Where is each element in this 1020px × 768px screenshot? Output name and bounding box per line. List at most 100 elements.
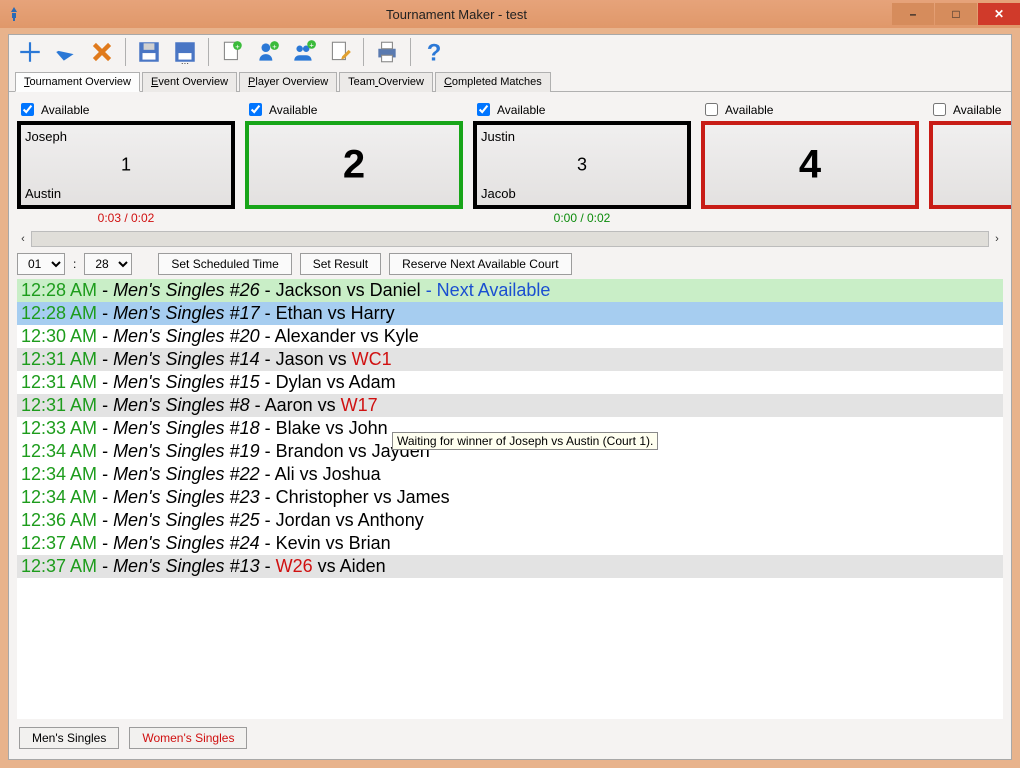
match-row[interactable]: 12:34 AM - Men's Singles #22 - Ali vs Jo… [17, 463, 1003, 486]
new-doc-icon[interactable]: + [215, 37, 249, 67]
match-row[interactable]: 12:31 AM - Men's Singles #15 - Dylan vs … [17, 371, 1003, 394]
tab-team-overview[interactable]: Team Overview [339, 72, 433, 92]
titlebar[interactable]: Tournament Maker - test – □ ✕ [0, 0, 1020, 28]
match-player-b: W17 [341, 395, 378, 415]
courts-scrollbar[interactable]: ‹ › [15, 231, 1005, 247]
match-row[interactable]: 12:31 AM - Men's Singles #8 - Aaron vs W… [17, 394, 1003, 417]
minute-select[interactable]: 28 [84, 253, 132, 275]
new-icon[interactable] [13, 37, 47, 67]
scroll-right-icon[interactable]: › [989, 233, 1005, 245]
match-time: 12:34 AM [21, 441, 97, 461]
match-row[interactable]: 12:37 AM - Men's Singles #13 - W26 vs Ai… [17, 555, 1003, 578]
match-player-b: James [397, 487, 450, 507]
available-checkbox[interactable]: Available [701, 100, 919, 121]
match-row[interactable]: 12:37 AM - Men's Singles #24 - Kevin vs … [17, 532, 1003, 555]
match-row[interactable]: 12:34 AM - Men's Singles #23 - Christoph… [17, 486, 1003, 509]
minimize-button[interactable]: – [892, 3, 934, 25]
court-time [929, 209, 1011, 227]
match-list[interactable]: 12:28 AM - Men's Singles #26 - Jackson v… [17, 279, 1003, 719]
available-checkbox[interactable]: Available [245, 100, 463, 121]
match-player-a: Jackson [276, 280, 342, 300]
player-1: Justin [481, 129, 515, 144]
match-player-a: Brandon [276, 441, 344, 461]
toolbar-separator [208, 38, 209, 66]
court-3: Available Justin3Jacob0:00 / 0:02 [473, 100, 691, 227]
toolbar: … + + +? [9, 35, 1011, 67]
category-buttons: Men's Singles Women's Singles [9, 719, 1011, 759]
match-player-a: Dylan [276, 372, 322, 392]
match-time: 12:31 AM [21, 349, 97, 369]
edit-doc-icon[interactable] [323, 37, 357, 67]
help-icon[interactable]: ? [417, 37, 451, 67]
match-time: 12:34 AM [21, 464, 97, 484]
toolbar-separator [410, 38, 411, 66]
match-player-b: Harry [351, 303, 395, 323]
match-row[interactable]: 12:28 AM - Men's Singles #17 - Ethan vs … [17, 302, 1003, 325]
window-title: Tournament Maker - test [22, 7, 891, 22]
available-check[interactable] [249, 103, 262, 116]
court-box[interactable]: 2 [245, 121, 463, 209]
match-event: Men's Singles #13 [113, 556, 260, 576]
available-label: Available [953, 103, 1001, 117]
svg-text:+: + [235, 42, 240, 51]
match-player-a: Aaron [265, 395, 313, 415]
available-checkbox[interactable]: Available [929, 100, 1011, 121]
hour-select[interactable]: 01 [17, 253, 65, 275]
reserve-court-button[interactable]: Reserve Next Available Court [389, 253, 572, 275]
match-row[interactable]: 12:36 AM - Men's Singles #25 - Jordan vs… [17, 509, 1003, 532]
svg-text:+: + [309, 41, 314, 50]
court-box[interactable]: Justin3Jacob [473, 121, 691, 209]
delete-icon[interactable] [85, 37, 119, 67]
maximize-button[interactable]: □ [935, 3, 977, 25]
category-button-men-s-singles[interactable]: Men's Singles [19, 727, 119, 749]
match-player-b: Adam [349, 372, 396, 392]
match-event: Men's Singles #20 [113, 326, 260, 346]
save-as-icon[interactable]: … [168, 37, 202, 67]
court-box[interactable]: 4 [701, 121, 919, 209]
set-scheduled-time-button[interactable]: Set Scheduled Time [158, 253, 291, 275]
set-result-button[interactable]: Set Result [300, 253, 381, 275]
match-time: 12:36 AM [21, 510, 97, 530]
scroll-left-icon[interactable]: ‹ [15, 233, 31, 245]
tab-strip: Tournament OverviewEvent OverviewPlayer … [9, 67, 1011, 92]
match-event: Men's Singles #26 [113, 280, 260, 300]
add-player-icon[interactable]: + [251, 37, 285, 67]
match-time: 12:28 AM [21, 303, 97, 323]
match-row[interactable]: 12:31 AM - Men's Singles #14 - Jason vs … [17, 348, 1003, 371]
available-checkbox[interactable]: Available [473, 100, 691, 121]
add-team-icon[interactable]: + [287, 37, 321, 67]
match-event: Men's Singles #24 [113, 533, 260, 553]
available-check[interactable] [705, 103, 718, 116]
tab-player-overview[interactable]: Player Overview [239, 72, 337, 92]
close-button[interactable]: ✕ [978, 3, 1020, 25]
available-label: Available [497, 103, 545, 117]
match-row[interactable]: 12:30 AM - Men's Singles #20 - Alexander… [17, 325, 1003, 348]
match-row[interactable]: 12:28 AM - Men's Singles #26 - Jackson v… [17, 279, 1003, 302]
app-icon [6, 6, 22, 22]
tab-completed-matches[interactable]: Completed Matches [435, 72, 551, 92]
save-icon[interactable] [132, 37, 166, 67]
match-time: 12:37 AM [21, 556, 97, 576]
available-check[interactable] [477, 103, 490, 116]
available-check[interactable] [933, 103, 946, 116]
match-event: Men's Singles #8 [113, 395, 250, 415]
match-player-a: W26 [276, 556, 313, 576]
court-box[interactable]: Joseph1Austin [17, 121, 235, 209]
available-checkbox[interactable]: Available [17, 100, 235, 121]
court-box[interactable] [929, 121, 1011, 209]
tab-tournament-overview[interactable]: Tournament Overview [15, 72, 140, 92]
match-player-b: Brian [349, 533, 391, 553]
tab-event-overview[interactable]: Event Overview [142, 72, 237, 92]
available-check[interactable] [21, 103, 34, 116]
print-icon[interactable] [370, 37, 404, 67]
category-button-women-s-singles[interactable]: Women's Singles [129, 727, 247, 749]
svg-text:?: ? [427, 40, 442, 65]
open-icon[interactable] [49, 37, 83, 67]
court-5: Available [929, 100, 1011, 227]
match-event: Men's Singles #25 [113, 510, 260, 530]
courts-panel: AvailableJoseph1Austin0:03 / 0:02Availab… [9, 92, 1011, 227]
match-event: Men's Singles #22 [113, 464, 260, 484]
scroll-track[interactable] [31, 231, 989, 247]
match-player-b: WC1 [352, 349, 392, 369]
court-time: 0:00 / 0:02 [473, 209, 691, 227]
